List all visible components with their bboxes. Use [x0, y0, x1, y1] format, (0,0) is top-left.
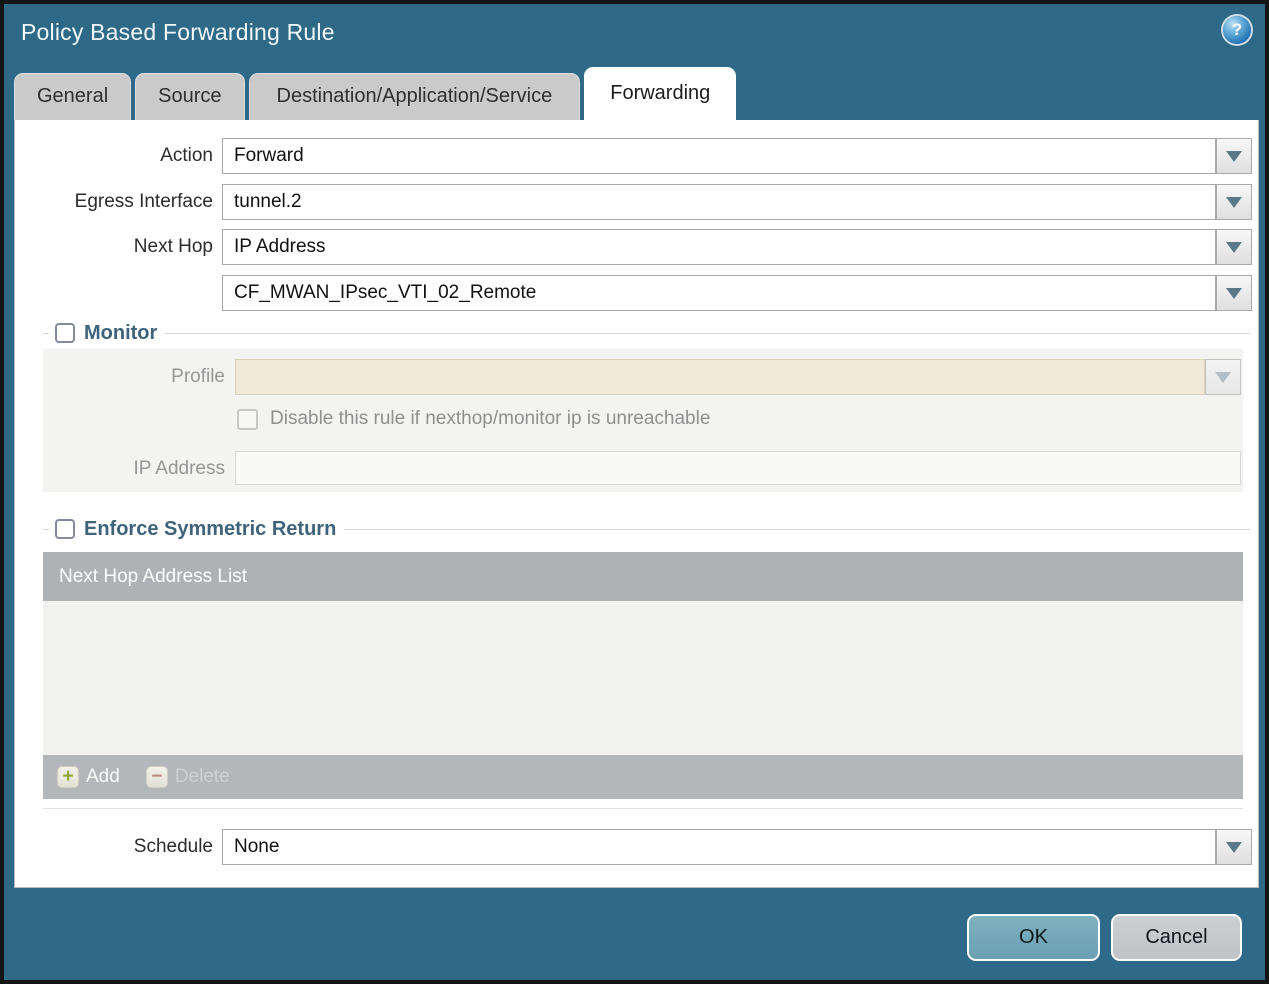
disable-rule-label: Disable this rule if nexthop/monitor ip …	[270, 408, 711, 429]
table-toolbar: + Add − Delete	[43, 755, 1243, 799]
monitor-legend: Monitor	[43, 321, 1250, 345]
schedule-dropdown-button[interactable]	[1216, 829, 1252, 865]
chevron-down-icon	[1226, 150, 1242, 162]
delete-button: − Delete	[145, 766, 230, 788]
egress-interface-input[interactable]	[222, 184, 1216, 220]
add-button[interactable]: + Add	[57, 766, 120, 788]
divider	[43, 332, 49, 334]
tab-general[interactable]: General	[14, 73, 132, 120]
egress-interface-dropdown-button[interactable]	[1216, 184, 1252, 220]
action-input[interactable]	[222, 138, 1216, 174]
pbf-rule-dialog: Policy Based Forwarding Rule ? General S…	[0, 0, 1269, 984]
next-hop-label: Next Hop	[133, 236, 213, 257]
table-header: Next Hop Address List	[43, 552, 1243, 601]
delete-icon: −	[145, 766, 168, 788]
divider	[43, 808, 1243, 809]
ok-button[interactable]: OK	[967, 914, 1100, 961]
schedule-input[interactable]	[222, 829, 1216, 865]
symmetric-return-legend-label: Enforce Symmetric Return	[84, 517, 337, 540]
disable-rule-checkbox	[237, 409, 258, 430]
tab-forwarding[interactable]: Forwarding	[584, 67, 737, 120]
profile-dropdown-button	[1205, 359, 1241, 395]
egress-interface-label: Egress Interface	[74, 191, 213, 212]
tab-destination-application-service[interactable]: Destination/Application/Service	[248, 73, 581, 120]
monitor-panel: Profile Disable this rule if nexthop/mon…	[43, 349, 1243, 492]
profile-input	[235, 359, 1205, 395]
chevron-down-icon	[1226, 287, 1242, 299]
chevron-down-icon	[1226, 241, 1242, 253]
next-hop-address-input[interactable]	[222, 275, 1216, 311]
tab-source[interactable]: Source	[135, 73, 245, 120]
profile-label: Profile	[171, 366, 225, 387]
chevron-down-icon	[1226, 196, 1242, 208]
next-hop-address-dropdown-button[interactable]	[1216, 275, 1252, 311]
help-glyph: ?	[1231, 20, 1243, 39]
schedule-label: Schedule	[133, 836, 213, 857]
divider	[43, 528, 49, 530]
monitor-checkbox[interactable]	[55, 323, 75, 343]
tab-bar: General Source Destination/Application/S…	[14, 67, 737, 120]
divider	[344, 528, 1250, 530]
next-hop-address-list-table: Next Hop Address List + Add − Delete	[43, 552, 1243, 799]
forwarding-tab-panel: Action Egress Interface Next Hop Monitor	[14, 120, 1259, 888]
next-hop-type-input[interactable]	[222, 229, 1216, 265]
symmetric-return-legend: Enforce Symmetric Return	[43, 517, 1250, 541]
table-body	[43, 601, 1243, 755]
delete-button-label: Delete	[174, 766, 230, 787]
chevron-down-icon	[1215, 371, 1231, 383]
enforce-symmetric-return-checkbox[interactable]	[55, 519, 75, 539]
monitor-legend-label: Monitor	[84, 321, 158, 344]
cancel-button[interactable]: Cancel	[1111, 914, 1242, 961]
add-button-label: Add	[86, 766, 120, 787]
action-label: Action	[160, 145, 213, 166]
chevron-down-icon	[1226, 841, 1242, 853]
divider	[165, 332, 1250, 334]
dialog-title: Policy Based Forwarding Rule	[21, 19, 335, 45]
add-icon: +	[57, 766, 79, 788]
next-hop-type-dropdown-button[interactable]	[1216, 229, 1252, 265]
action-dropdown-button[interactable]	[1216, 138, 1252, 174]
ip-address-label: IP Address	[133, 458, 225, 479]
help-icon[interactable]: ?	[1223, 16, 1251, 44]
ip-address-input	[235, 451, 1241, 485]
